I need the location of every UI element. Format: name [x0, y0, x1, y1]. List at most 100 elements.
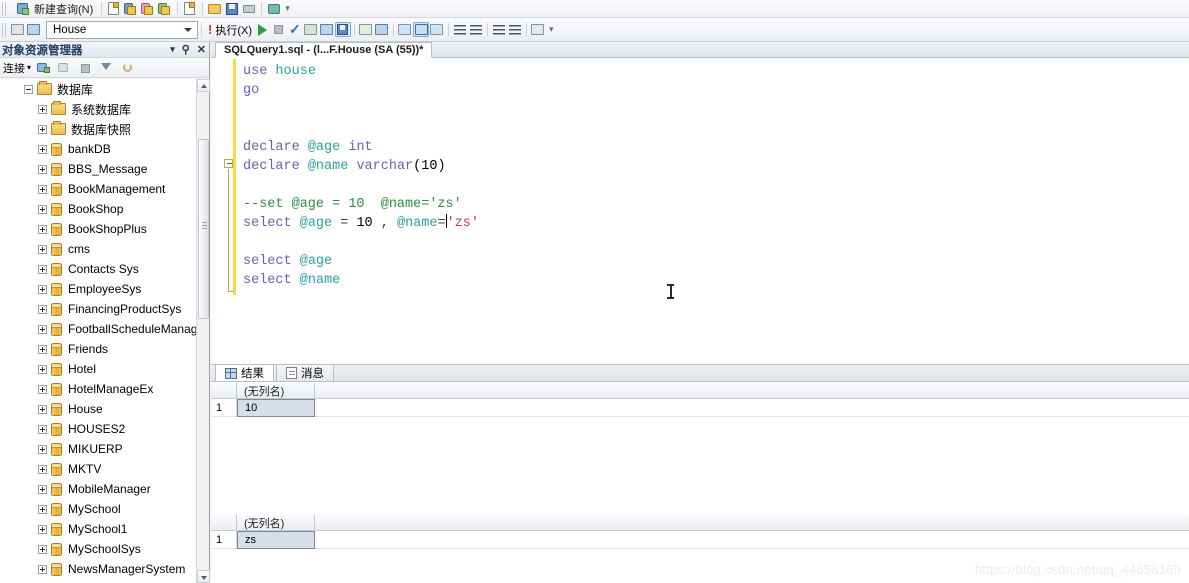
grid-corner[interactable] [211, 515, 237, 531]
new-mdx-query-icon[interactable] [157, 1, 173, 16]
code-line[interactable]: declare @age int [211, 138, 479, 157]
tree-node-hotelmanageex[interactable]: HotelManageEx [0, 379, 196, 399]
object-explorer-scrollbar[interactable] [196, 79, 210, 583]
expander-icon[interactable] [38, 504, 47, 514]
new-dmx-query-icon[interactable] [182, 1, 198, 16]
refresh-icon[interactable] [120, 60, 136, 75]
tree-node-mktv[interactable]: MKTV [0, 459, 196, 479]
expander-icon[interactable] [38, 144, 47, 154]
scroll-up-button[interactable] [197, 79, 210, 92]
new-query-button[interactable]: 新建查询(N) [11, 1, 97, 17]
expander-icon[interactable] [38, 404, 47, 414]
expander-icon[interactable] [38, 244, 47, 254]
expander-icon[interactable] [38, 484, 47, 494]
scrollbar-thumb[interactable] [198, 139, 209, 319]
refresh-query-icon[interactable] [429, 22, 445, 37]
connection-icon[interactable] [10, 22, 26, 37]
new-db-engine-query-icon[interactable] [123, 1, 139, 16]
sql-toolbar-overflow-icon[interactable]: ▾ [549, 24, 554, 35]
table-row[interactable]: 1 zs [211, 531, 1189, 549]
code-line[interactable] [211, 233, 479, 252]
code-line[interactable] [211, 176, 479, 195]
expander-icon[interactable] [38, 444, 47, 454]
code-line[interactable]: go [211, 81, 479, 100]
grid-cell[interactable]: zs [237, 531, 315, 549]
expander-icon[interactable] [38, 264, 47, 274]
connect-button[interactable]: 连接 ▾ [3, 60, 31, 76]
tree-node-hotel[interactable]: Hotel [0, 359, 196, 379]
query-options-icon[interactable] [319, 22, 335, 37]
expander-icon[interactable] [24, 84, 33, 94]
tree-node-oasys[interactable]: OASys [0, 579, 196, 583]
tree-node-cms[interactable]: cms [0, 239, 196, 259]
tree-node-bankdb[interactable]: bankDB [0, 139, 196, 159]
tree-node-myschoolsys[interactable]: MySchoolSys [0, 539, 196, 559]
expander-icon[interactable] [38, 424, 47, 434]
scroll-down-button[interactable] [197, 570, 210, 583]
tree-node-employeesys[interactable]: EmployeeSys [0, 279, 196, 299]
teal-icon[interactable] [266, 1, 282, 16]
code-line[interactable]: select @name [211, 271, 479, 290]
code-line[interactable] [211, 100, 479, 119]
tree-node-myschool1[interactable]: MySchool1 [0, 519, 196, 539]
code-line[interactable]: select @age = 10 , @name='zs' [211, 214, 479, 233]
tree-node--[interactable]: 系统数据库 [0, 99, 196, 119]
connect-icon[interactable] [36, 60, 52, 75]
row-number[interactable]: 1 [211, 399, 237, 417]
close-icon[interactable]: ✕ [197, 43, 206, 56]
grid-cell[interactable]: 10 [237, 399, 315, 417]
tree-node-bookmanagement[interactable]: BookManagement [0, 179, 196, 199]
include-client-statistics-icon[interactable] [413, 22, 430, 37]
filter-icon[interactable] [99, 60, 115, 75]
result-grid-2[interactable]: (无列名) 1 zs [211, 515, 1189, 549]
expander-icon[interactable] [38, 304, 47, 314]
tree-node-bookshop[interactable]: BookShop [0, 199, 196, 219]
sql-code-editor[interactable]: use house go declare @age int declare @nam… [211, 59, 1189, 406]
pin-icon[interactable]: ⚲ [182, 43, 190, 56]
tree-node-bookshopplus[interactable]: BookShopPlus [0, 219, 196, 239]
results-to-text-icon[interactable] [358, 22, 374, 37]
tab-results[interactable]: 结果 [215, 364, 274, 381]
code-line[interactable]: use house [211, 62, 479, 81]
expander-icon[interactable] [38, 464, 47, 474]
new-analysis-query-icon[interactable] [140, 1, 156, 16]
available-databases-icon[interactable] [26, 22, 42, 37]
open-file-icon[interactable] [207, 1, 223, 16]
include-actual-plan-icon[interactable] [335, 22, 352, 37]
row-number[interactable]: 1 [211, 531, 237, 549]
expander-icon[interactable] [38, 344, 47, 354]
tree-node-financingproductsys[interactable]: FinancingProductSys [0, 299, 196, 319]
tree-node-newsmanagersystem[interactable]: NewsManagerSystem [0, 559, 196, 579]
toolbar-grip[interactable] [2, 1, 8, 16]
expander-icon[interactable] [38, 204, 47, 214]
expander-icon[interactable] [38, 324, 47, 334]
print-icon[interactable] [241, 1, 257, 16]
expander-icon[interactable] [38, 364, 47, 374]
uncomment-icon[interactable] [468, 22, 484, 37]
disconnect-icon[interactable] [57, 60, 73, 75]
expander-icon[interactable] [38, 104, 47, 114]
expander-icon[interactable] [38, 524, 47, 534]
column-header[interactable]: (无列名) [237, 383, 315, 399]
editor-tab-sqlquery1[interactable]: SQLQuery1.sql - (l...F.House (SA (55))* [215, 42, 433, 58]
tree-node-house[interactable]: House [0, 399, 196, 419]
tree-node-friends[interactable]: Friends [0, 339, 196, 359]
execute-label[interactable]: 执行(X) [215, 22, 255, 38]
save-icon[interactable] [224, 1, 240, 16]
object-explorer-tree[interactable]: 数据库 系统数据库 数据库快照 bankDB BBS_Message BookManag… [0, 79, 196, 583]
specify-values-icon[interactable] [530, 22, 546, 37]
execute-bang-icon[interactable]: ! [205, 22, 215, 37]
grid-corner[interactable] [211, 383, 237, 399]
tree-node-houses2[interactable]: HOUSES2 [0, 419, 196, 439]
table-row[interactable]: 1 10 [211, 399, 1189, 417]
code-line[interactable] [211, 119, 479, 138]
tree-node-mikuerp[interactable]: MIKUERP [0, 439, 196, 459]
new-doc-icon[interactable] [106, 1, 122, 16]
comment-icon[interactable] [452, 22, 468, 37]
tree-node-databases[interactable]: 数据库 [0, 79, 196, 99]
result-grid-1[interactable]: (无列名) 1 10 [211, 383, 1189, 417]
stop-icon[interactable] [271, 22, 287, 37]
results-to-grid-icon[interactable] [374, 22, 390, 37]
parse-check-icon[interactable]: ✓ [287, 22, 303, 37]
expander-icon[interactable] [38, 384, 47, 394]
